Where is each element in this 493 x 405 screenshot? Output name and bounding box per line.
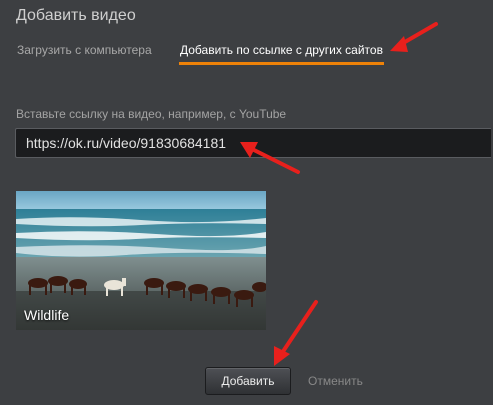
add-button[interactable]: Добавить <box>205 367 291 395</box>
cancel-link[interactable]: Отменить <box>308 374 363 388</box>
dialog-title: Добавить видео <box>16 7 136 24</box>
video-title: Wildlife <box>24 307 70 323</box>
active-tab-indicator <box>179 62 384 65</box>
video-preview[interactable]: Wildlife <box>16 191 266 330</box>
tab-add-by-link[interactable]: Добавить по ссылке с других сайтов <box>180 43 383 57</box>
video-url-input[interactable] <box>15 128 491 158</box>
tab-upload-from-computer[interactable]: Загрузить с компьютера <box>17 43 152 57</box>
url-label: Вставьте ссылку на видео, например, с Yo… <box>16 107 287 121</box>
add-video-dialog: Добавить видео Загрузить с компьютера До… <box>0 0 493 405</box>
